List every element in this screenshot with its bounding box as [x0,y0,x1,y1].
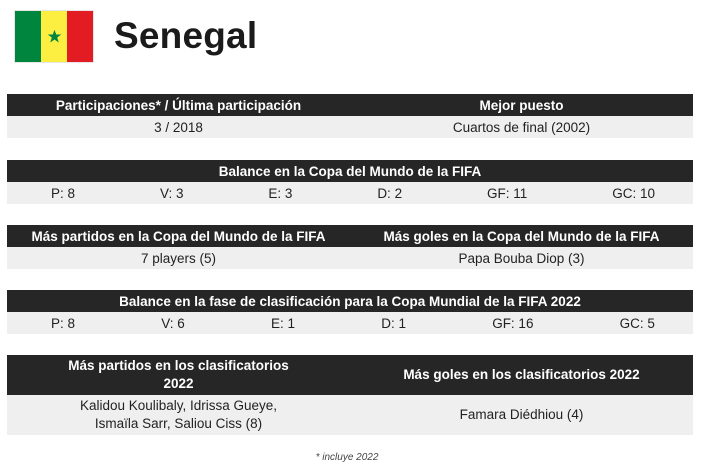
qualifying-record-title: Balance en la fase de clasificación para… [119,293,581,309]
flag-yellow-stripe [41,10,67,62]
qualifying-most-goals-header: Más goles en los clasificatorios 2022 [403,367,640,382]
participation-header-right: Mejor puesto [479,97,564,113]
qualifying-most-matches-header-line1: Más partidos en los clasificatorios [68,358,289,373]
stat-won: V: 6 [161,315,185,331]
stat-drawn: E: 1 [270,315,295,331]
participation-row: 3 / 2018 Cuartos de final (2002) [7,116,693,138]
flag-star-icon [47,29,61,42]
stat-goals-for: GF: 11 [487,185,528,201]
qualifying-most-matches-line2: Ismaïla Sarr, Saliou Ciss (8) [94,416,263,431]
stat-lost: D: 1 [381,315,406,331]
qualifying-most-matches-value: Kalidou Koulibaly, Idrissa Gueye, Ismaïl… [7,397,350,433]
stat-goals-against: GC: 10 [612,185,655,201]
participation-table: Participaciones* / Última participación … [7,94,693,138]
footnote: * incluye 2022 [315,452,379,463]
world-cup-leaders-row: 7 players (5) Papa Bouba Diop (3) [7,247,693,269]
qualifying-record-header: Balance en la fase de clasificación para… [7,290,693,312]
world-cup-record-row: P: 8 V: 3 E: 3 D: 2 GF: 11 GC: 10 [7,182,693,204]
qualifying-most-matches-header: Más partidos en los clasificatorios 2022 [7,357,350,393]
participation-header-left: Participaciones* / Última participación [55,97,302,113]
qualifying-leaders-row: Kalidou Koulibaly, Idrissa Gueye, Ismaïl… [7,395,693,435]
most-matches-value: 7 players (5) [140,250,217,266]
most-matches-header: Más partidos en la Copa del Mundo de la … [31,228,326,244]
flag-green-stripe [15,10,41,62]
participation-value-left: 3 / 2018 [154,119,203,135]
world-cup-leaders-header: Más partidos en la Copa del Mundo de la … [7,225,693,247]
participation-header: Participaciones* / Última participación … [7,94,693,116]
participation-value-right: Cuartos de final (2002) [452,119,591,135]
stat-lost: D: 2 [377,185,403,201]
qualifying-most-matches-header-line2: 2022 [163,376,194,391]
world-cup-record-title: Balance en la Copa del Mundo de la FIFA [218,163,482,179]
stat-played: P: 8 [51,185,76,201]
qualifying-leaders-table: Más partidos en los clasificatorios 2022… [7,355,693,435]
flag-red-stripe [67,10,93,62]
most-goals-header: Más goles en la Copa del Mundo de la FIF… [383,228,660,244]
qualifying-most-goals-value: Famara Diédhiou (4) [459,407,584,422]
qualifying-record-table: Balance en la fase de clasificación para… [7,290,693,334]
country-header: Senegal [14,9,257,63]
qualifying-leaders-header: Más partidos en los clasificatorios 2022… [7,355,693,395]
world-cup-record-header: Balance en la Copa del Mundo de la FIFA [7,160,693,182]
world-cup-record-table: Balance en la Copa del Mundo de la FIFA … [7,160,693,204]
world-cup-leaders-table: Más partidos en la Copa del Mundo de la … [7,225,693,269]
stat-played: P: 8 [51,315,76,331]
stat-won: V: 3 [159,185,184,201]
qualifying-most-matches-line1: Kalidou Koulibaly, Idrissa Gueye, [79,398,278,413]
stat-goals-for: GF: 16 [492,315,534,331]
most-goals-value: Papa Bouba Diop (3) [458,250,585,266]
senegal-flag-icon [14,9,94,63]
stat-drawn: E: 3 [268,185,293,201]
stat-goals-against: GC: 5 [619,315,655,331]
country-title: Senegal [114,15,258,56]
qualifying-record-row: P: 8 V: 6 E: 1 D: 1 GF: 16 GC: 5 [7,312,693,334]
